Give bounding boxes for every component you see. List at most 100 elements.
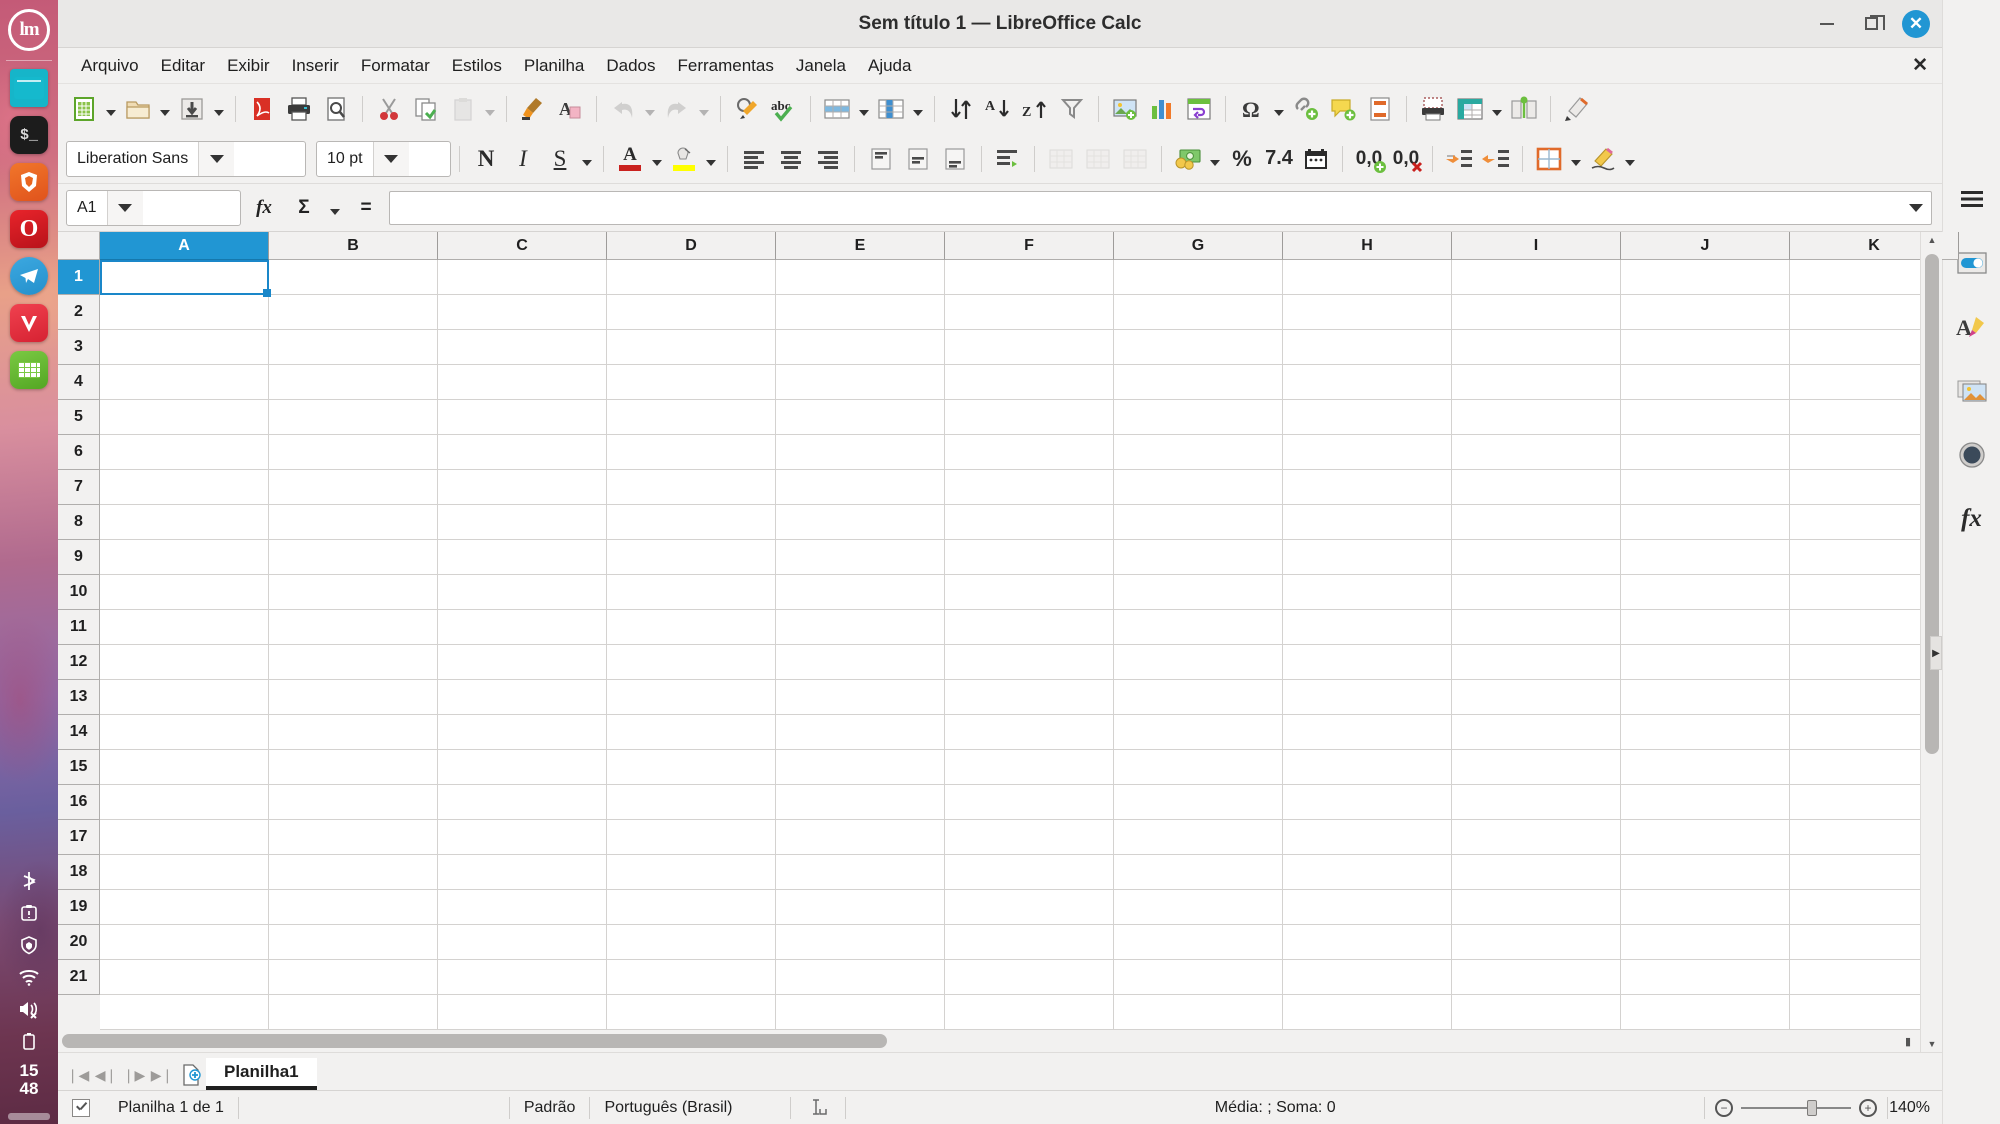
font-size-dropdown-icon[interactable]: [372, 141, 409, 176]
name-box[interactable]: A1: [66, 189, 241, 226]
menu-arquivo[interactable]: Arquivo: [70, 52, 150, 80]
row-header-5[interactable]: 5: [58, 400, 100, 435]
menu-estilos[interactable]: Estilos: [441, 52, 513, 80]
column-dropdown[interactable]: [910, 91, 926, 127]
sum-dropdown[interactable]: [327, 190, 343, 226]
sort-descending-button[interactable]: Z: [1017, 91, 1053, 127]
cell-grid[interactable]: [100, 260, 1920, 1030]
header-footer-button[interactable]: [1362, 91, 1398, 127]
sidebar-styles[interactable]: A: [1951, 306, 1993, 348]
row-header-2[interactable]: 2: [58, 295, 100, 330]
page-style[interactable]: Padrão: [510, 1091, 590, 1124]
row-header-3[interactable]: 3: [58, 330, 100, 365]
update-manager-icon[interactable]: [18, 902, 40, 924]
clock-widget[interactable]: 15 48: [20, 1062, 39, 1098]
print-preview-button[interactable]: [318, 91, 354, 127]
highlight-color-button[interactable]: [666, 141, 702, 177]
dock-item-opera[interactable]: O: [10, 210, 48, 248]
menu-ferramentas[interactable]: Ferramentas: [667, 52, 785, 80]
cut-button[interactable]: [371, 91, 407, 127]
align-top-button[interactable]: [863, 141, 899, 177]
scroll-up-button[interactable]: ▲: [1921, 232, 1943, 248]
row-header-12[interactable]: 12: [58, 645, 100, 680]
sidebar-expander-button[interactable]: ▶: [1930, 636, 1942, 670]
redo-dropdown[interactable]: [696, 91, 712, 127]
maximize-button[interactable]: [1858, 11, 1885, 37]
wrap-text-button[interactable]: [990, 141, 1026, 177]
select-all-corner[interactable]: [58, 232, 100, 260]
copy-button[interactable]: [408, 91, 444, 127]
row-header-10[interactable]: 10: [58, 575, 100, 610]
row-header-13[interactable]: 13: [58, 680, 100, 715]
border-style-dropdown[interactable]: [1622, 141, 1638, 177]
special-character-dropdown[interactable]: [1271, 91, 1287, 127]
column-header-c[interactable]: C: [438, 232, 607, 260]
print-button[interactable]: [281, 91, 317, 127]
new-document-dropdown[interactable]: [103, 91, 119, 127]
undo-button[interactable]: [605, 91, 641, 127]
dock-item-brave[interactable]: [10, 163, 48, 201]
close-window-button[interactable]: ✕: [1902, 9, 1930, 38]
align-bottom-button[interactable]: [937, 141, 973, 177]
active-cell-cursor[interactable]: [100, 260, 271, 297]
column-header-f[interactable]: F: [945, 232, 1114, 260]
save-dropdown[interactable]: [211, 91, 227, 127]
dock-item-files[interactable]: [10, 69, 48, 107]
merge-center-cells-button[interactable]: [1080, 141, 1116, 177]
dock-resize-handle[interactable]: [8, 1113, 50, 1120]
paste-dropdown[interactable]: [482, 91, 498, 127]
sort-button[interactable]: [943, 91, 979, 127]
menu-editar[interactable]: Editar: [150, 52, 216, 80]
formula-input-line[interactable]: [389, 190, 1932, 225]
wifi-icon[interactable]: [18, 966, 40, 988]
italic-button[interactable]: I: [505, 141, 541, 177]
menu-exibir[interactable]: Exibir: [216, 52, 281, 80]
formula-button[interactable]: =: [349, 191, 383, 225]
bold-button[interactable]: N: [468, 141, 504, 177]
open-file-button[interactable]: [120, 91, 156, 127]
delete-decimal-button[interactable]: 0,0: [1388, 141, 1424, 177]
row-header-4[interactable]: 4: [58, 365, 100, 400]
column-header-a[interactable]: A: [100, 232, 269, 260]
linux-mint-menu-button[interactable]: lm: [5, 6, 53, 54]
undo-dropdown[interactable]: [642, 91, 658, 127]
underline-button[interactable]: S: [542, 141, 578, 177]
column-button[interactable]: [873, 91, 909, 127]
name-box-dropdown-icon[interactable]: [106, 190, 143, 225]
row-header-8[interactable]: 8: [58, 505, 100, 540]
dock-item-libreoffice-calc[interactable]: [10, 351, 48, 389]
paste-button[interactable]: [445, 91, 481, 127]
expand-formula-bar-button[interactable]: [1901, 204, 1931, 212]
column-header-d[interactable]: D: [607, 232, 776, 260]
find-replace-button[interactable]: [729, 91, 765, 127]
sort-ascending-button[interactable]: A: [980, 91, 1016, 127]
row-button[interactable]: [819, 91, 855, 127]
format-percent-button[interactable]: %: [1224, 141, 1260, 177]
draw-functions-button[interactable]: [1559, 91, 1595, 127]
menu-planilha[interactable]: Planilha: [513, 52, 596, 80]
row-header-15[interactable]: 15: [58, 750, 100, 785]
borders-dropdown[interactable]: [1568, 141, 1584, 177]
format-currency-dropdown[interactable]: [1207, 141, 1223, 177]
sidebar-navigator[interactable]: [1951, 434, 1993, 476]
dock-item-vivaldi[interactable]: [10, 304, 48, 342]
pivot-table-button[interactable]: [1181, 91, 1217, 127]
autofilter-button[interactable]: [1054, 91, 1090, 127]
spelling-button[interactable]: abc: [766, 91, 802, 127]
column-header-h[interactable]: H: [1283, 232, 1452, 260]
font-name-dropdown-icon[interactable]: [198, 141, 235, 176]
menu-dados[interactable]: Dados: [595, 52, 666, 80]
insert-chart-button[interactable]: [1144, 91, 1180, 127]
decrease-indent-button[interactable]: [1478, 141, 1514, 177]
clone-formatting-button[interactable]: [515, 91, 551, 127]
highlight-color-dropdown[interactable]: [703, 141, 719, 177]
font-name-combo[interactable]: Liberation Sans: [66, 140, 306, 177]
column-header-j[interactable]: J: [1621, 232, 1790, 260]
sum-button[interactable]: Σ: [287, 191, 321, 225]
menu-ajuda[interactable]: Ajuda: [857, 52, 922, 80]
row-header-17[interactable]: 17: [58, 820, 100, 855]
minimize-button[interactable]: [1814, 11, 1840, 37]
row-header-1[interactable]: 1: [58, 260, 100, 295]
sheet-tab-planilha1[interactable]: Planilha1: [206, 1058, 317, 1090]
freeze-dropdown[interactable]: [1489, 91, 1505, 127]
